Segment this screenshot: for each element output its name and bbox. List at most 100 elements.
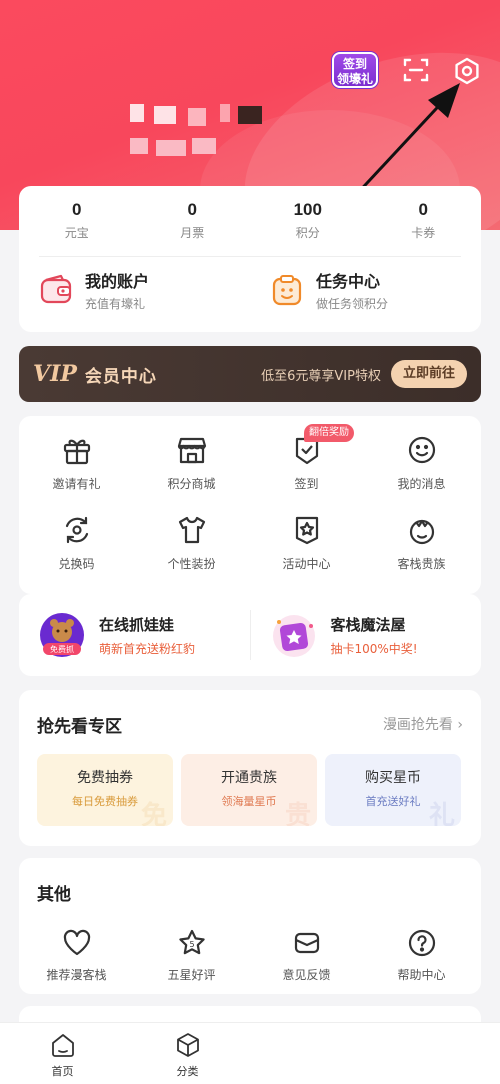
shirt-icon <box>178 516 205 544</box>
promo-title: 在线抓娃娃 <box>99 615 175 634</box>
preview-zone: 抢先看专区 漫画抢先看 › 免费抽券 每日免费抽券 免 开通贵族 领海量星币 贵… <box>19 690 481 846</box>
grid-item-redeem-code[interactable]: 兑换码 <box>19 514 134 594</box>
grid-item-dress-up[interactable]: 个性装扮 <box>134 514 249 594</box>
tab-label: 分类 <box>176 1065 199 1078</box>
grid-label: 我的消息 <box>397 477 446 491</box>
tab-home[interactable]: 首页 <box>0 1023 125 1084</box>
tab-label: 首页 <box>51 1065 74 1078</box>
other-label: 五星好评 <box>167 968 216 982</box>
grid-item-activity-center[interactable]: 活动中心 <box>249 514 364 594</box>
comic-preview-link[interactable]: 漫画抢先看 › <box>383 714 463 734</box>
bottom-tab-bar: 首页 分类 <box>0 1022 500 1084</box>
magic-house-entry[interactable]: 客栈魔法屋 抽卡100%中奖! <box>251 594 482 676</box>
tab-category[interactable]: 分类 <box>125 1023 250 1084</box>
claw-machine-icon: 免费抓 <box>40 613 84 657</box>
stat-label: 积分 <box>295 226 320 240</box>
task-center-entry[interactable]: 任务中心 做任务领积分 <box>250 268 481 312</box>
stat-value: 100 <box>293 200 322 219</box>
other-section: 其他 推荐漫客栈 5 五星好评 意见反馈 帮助中心 <box>19 858 481 994</box>
task-clipboard-icon <box>272 275 302 306</box>
stat-yuanbao[interactable]: 0 元宝 <box>19 200 135 254</box>
section-title: 抢先看专区 <box>37 717 122 737</box>
star-badge-icon <box>295 516 318 545</box>
task-title: 任务中心 <box>316 272 381 291</box>
grid-item-messages[interactable]: 我的消息 <box>364 434 479 514</box>
more-label: 漫画抢先看 <box>382 717 453 733</box>
grid-label: 活动中心 <box>282 557 331 571</box>
grid-item-checkin[interactable]: 签到 <box>249 434 364 514</box>
card-title: 免费抽券 <box>77 770 133 786</box>
exchange-icon <box>65 516 88 544</box>
star-five-icon: 5 <box>178 929 205 955</box>
grid-item-invite[interactable]: 邀请有礼 <box>19 434 134 514</box>
card-title: 购买星币 <box>365 770 421 786</box>
svg-text:5: 5 <box>189 940 194 949</box>
my-account-entry[interactable]: 我的账户 充值有壕礼 <box>19 268 250 312</box>
gear-icon[interactable] <box>452 56 482 86</box>
stat-label: 月票 <box>180 226 205 240</box>
home-icon <box>51 1034 74 1057</box>
blurred-username <box>130 104 265 126</box>
vip-banner[interactable]: VIP 会员中心 低至6元尊享VIP特权 立即前往 <box>19 346 481 402</box>
stat-coupons[interactable]: 0 卡券 <box>366 200 482 254</box>
stat-value: 0 <box>72 200 82 219</box>
stat-label: 卡券 <box>411 226 436 240</box>
chevron-right-icon: › <box>457 717 463 733</box>
wallet-icon <box>40 274 72 304</box>
magic-card-icon <box>272 615 315 657</box>
double-reward-badge: 翻倍奖励 <box>304 424 354 442</box>
other-label: 推荐漫客栈 <box>46 968 107 982</box>
grid-label: 邀请有礼 <box>52 477 101 491</box>
grid-label: 个性装扮 <box>167 557 216 571</box>
grid-label: 积分商城 <box>167 477 216 491</box>
other-label: 意见反馈 <box>282 968 331 982</box>
free-draw-coupon-card[interactable]: 免费抽券 每日免费抽券 免 <box>37 754 173 826</box>
card-watermark: 免 <box>140 801 167 826</box>
envelope-icon <box>294 932 319 954</box>
other-label: 帮助中心 <box>397 968 446 982</box>
stat-points[interactable]: 100 积分 <box>250 200 366 254</box>
scan-icon[interactable] <box>402 56 430 84</box>
feature-grid: 邀请有礼 积分商城 签到 我的消息 兑换码 个性装扮 活动中心 客栈贵族 <box>19 416 481 594</box>
five-star-review-item[interactable]: 5 五星好评 <box>134 928 249 983</box>
vip-logo: VIP <box>33 361 77 387</box>
promo-subtitle: 萌新首充送粉红豹 <box>99 641 196 656</box>
divider <box>39 256 461 257</box>
grid-label: 兑换码 <box>58 557 95 571</box>
heart-icon <box>63 929 90 956</box>
stat-value: 0 <box>187 200 197 219</box>
claw-machine-entry[interactable]: 免费抓 在线抓娃娃 萌新首充送粉红豹 <box>19 594 250 676</box>
help-center-item[interactable]: 帮助中心 <box>364 928 479 983</box>
feedback-item[interactable]: 意见反馈 <box>249 928 364 983</box>
promo-subtitle: 抽卡100%中奖! <box>330 641 418 656</box>
grid-label: 签到 <box>294 477 319 491</box>
checkin-gift-button[interactable]: 签到 领壕礼 <box>332 52 378 88</box>
stat-monthly-ticket[interactable]: 0 月票 <box>135 200 251 254</box>
assets-card: 0 元宝 0 月票 100 积分 0 卡券 我的账户 充值有壕礼 任务中心 做任… <box>19 186 481 332</box>
card-watermark: 礼 <box>428 801 455 826</box>
grid-item-nobility[interactable]: 客栈贵族 <box>364 514 479 594</box>
smile-message-icon <box>408 436 435 464</box>
vip-title: 会员中心 <box>84 366 157 387</box>
account-subtitle: 充值有壕礼 <box>85 297 146 311</box>
gift-icon <box>63 439 90 465</box>
section-title: 其他 <box>37 885 71 905</box>
store-icon <box>177 437 206 464</box>
help-icon <box>408 929 435 957</box>
promo-title: 客栈魔法屋 <box>330 615 406 634</box>
claw-badge-text: 免费抓 <box>50 644 74 654</box>
checkin-line1: 签到 <box>342 57 367 71</box>
grid-label: 客栈贵族 <box>397 557 446 571</box>
checkin-line2: 领壕礼 <box>336 72 373 86</box>
stat-label: 元宝 <box>64 226 89 240</box>
recommend-app-item[interactable]: 推荐漫客栈 <box>19 928 134 983</box>
buy-star-coins-card[interactable]: 购买星币 首充送好礼 礼 <box>325 754 461 826</box>
grid-item-points-mall[interactable]: 积分商城 <box>134 434 249 514</box>
open-nobility-card[interactable]: 开通贵族 领海量星币 贵 <box>181 754 317 826</box>
vip-go-button[interactable]: 立即前往 <box>390 360 467 388</box>
card-title: 开通贵族 <box>221 770 277 786</box>
cube-icon <box>176 1033 199 1057</box>
stat-value: 0 <box>418 200 428 219</box>
account-title: 我的账户 <box>85 272 150 291</box>
card-watermark: 贵 <box>284 801 311 826</box>
